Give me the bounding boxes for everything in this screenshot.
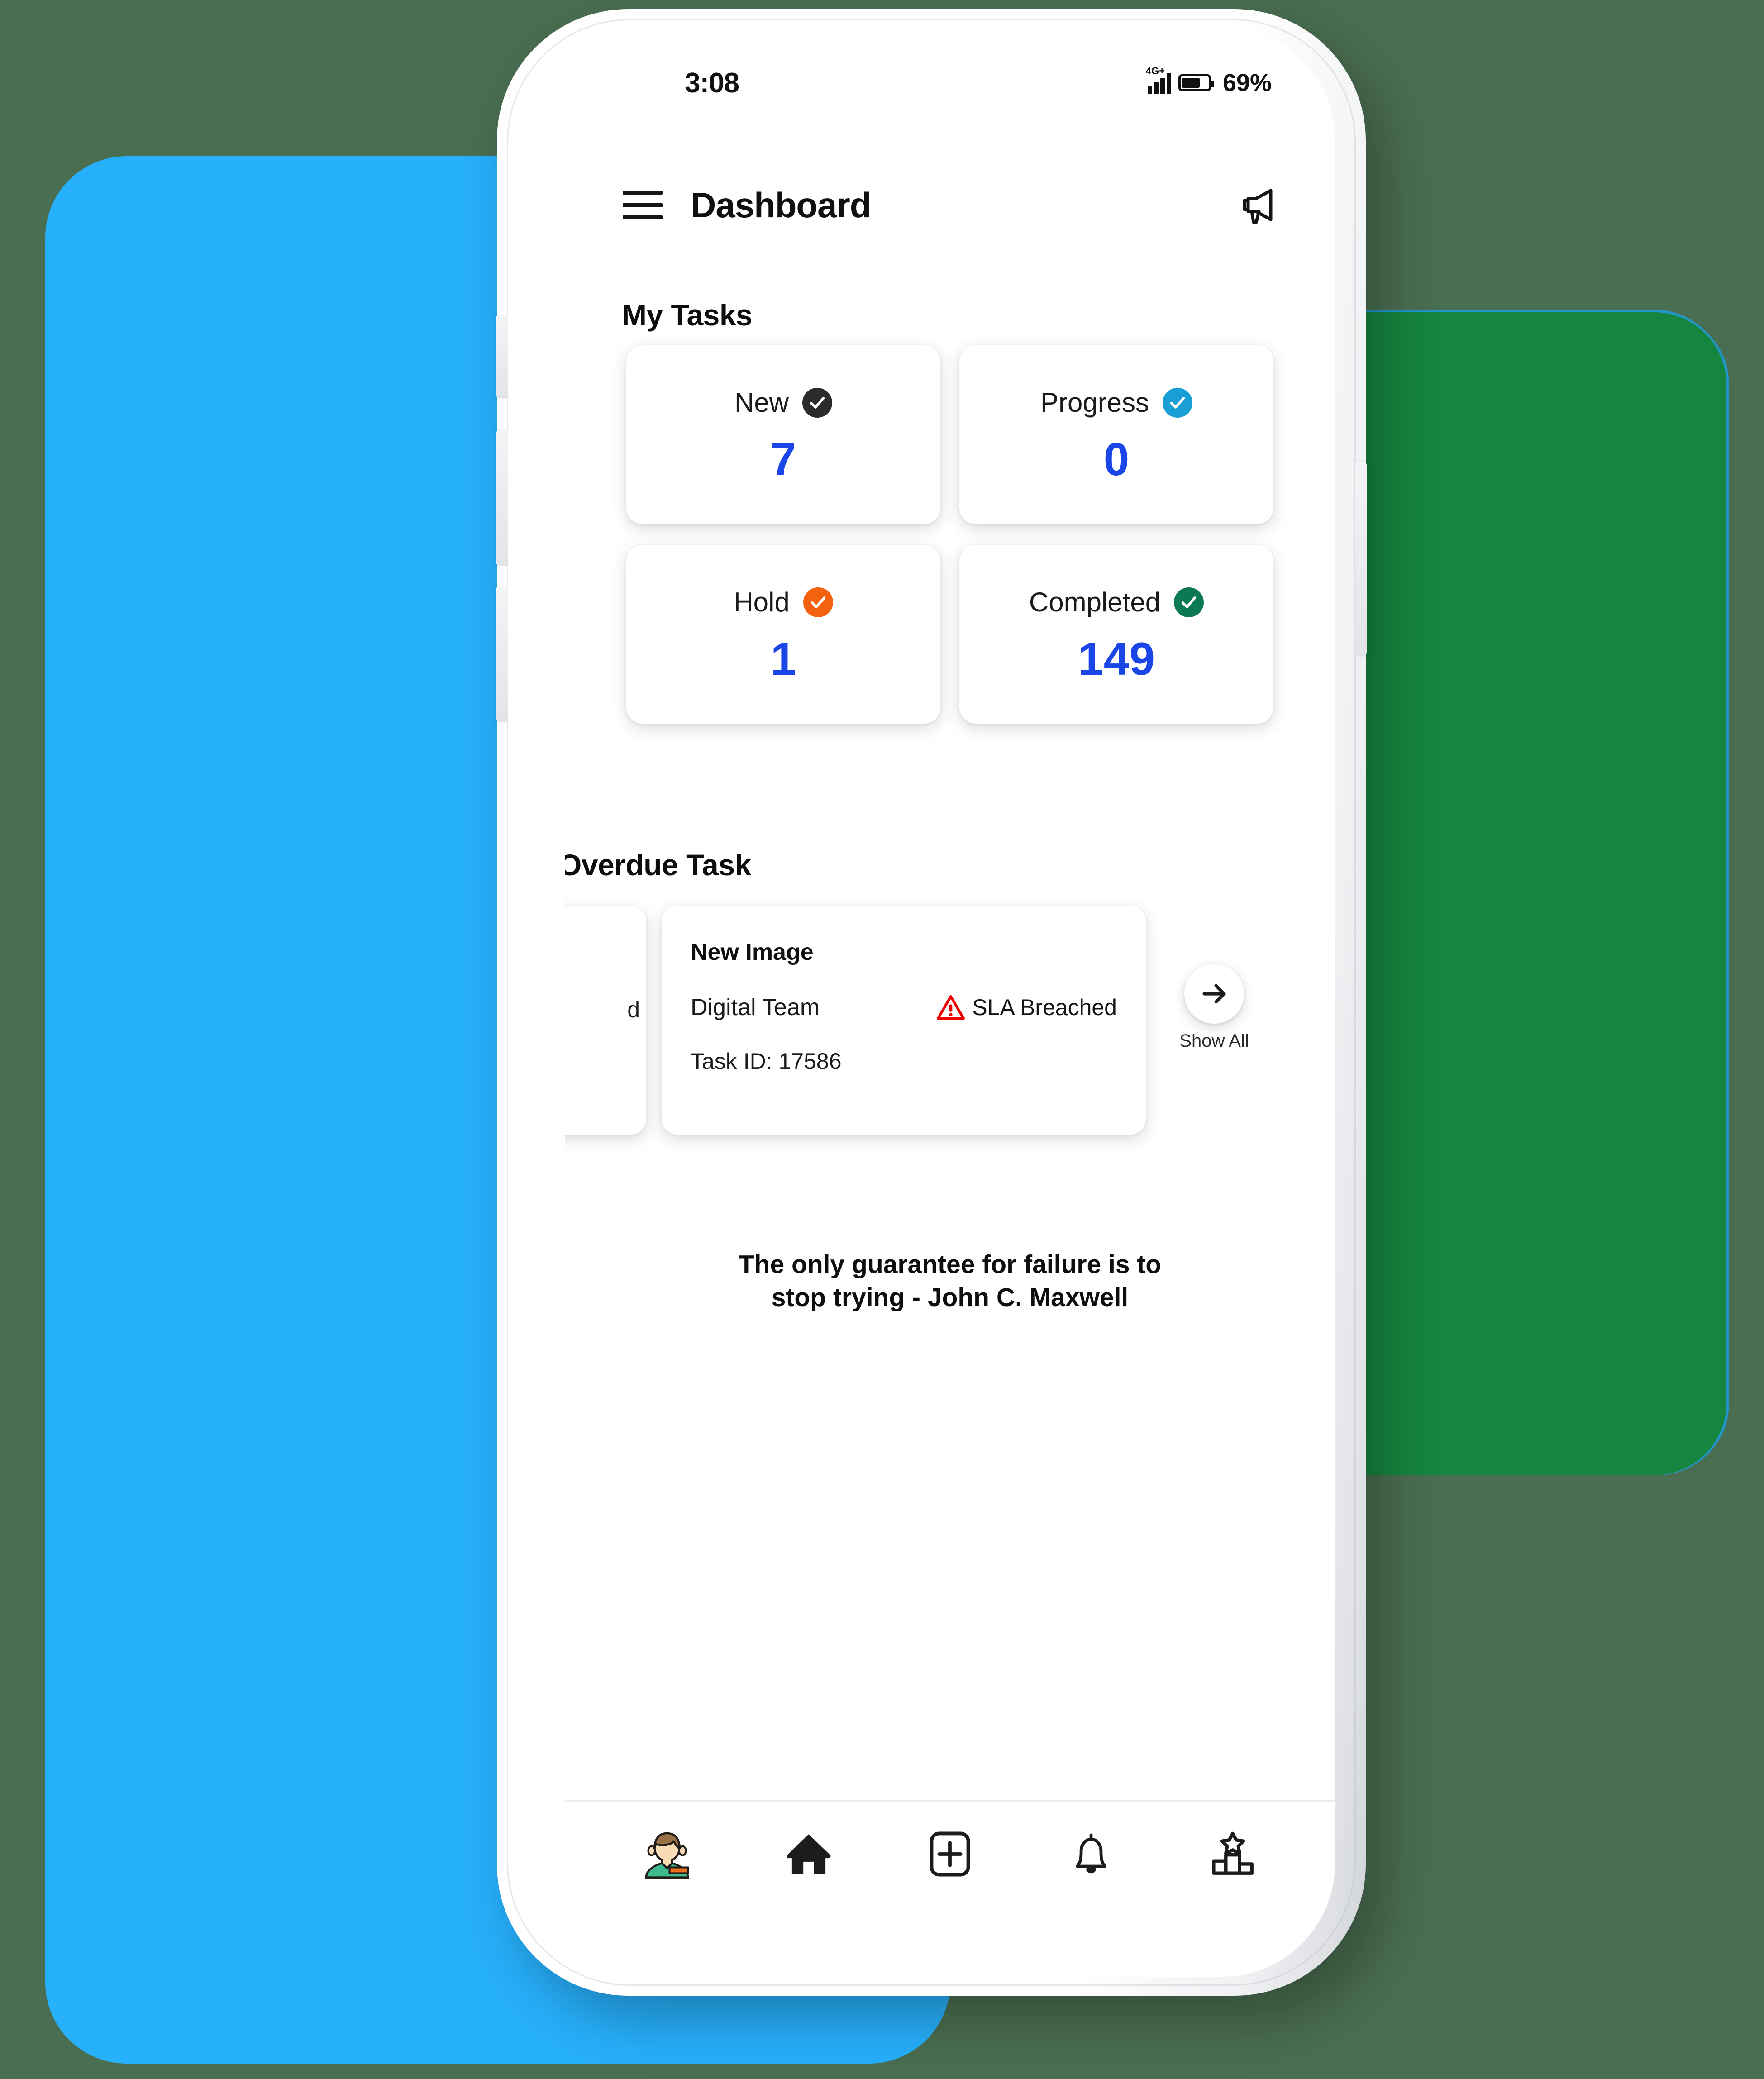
- signal-bar-1: [1147, 86, 1152, 94]
- stat-card-header: New: [639, 387, 928, 418]
- office-worker-avatar-icon: [640, 1827, 694, 1883]
- hamburger-line-3: [623, 215, 663, 219]
- status-bar-indicators: 4G+ 69%: [1146, 66, 1272, 97]
- stat-card-progress[interactable]: Progress 0: [959, 345, 1273, 524]
- stat-card-value: 1: [770, 633, 796, 685]
- battery-fill: [1182, 78, 1200, 88]
- overdue-task-carousel[interactable]: d New Image Digital Team SLA Breached Ta…: [565, 900, 1335, 1144]
- device-side-button-power[interactable]: [1355, 462, 1367, 656]
- stat-card-label: New: [734, 387, 789, 418]
- stat-card-header: Completed: [972, 587, 1261, 618]
- arrow-right-icon[interactable]: [1184, 964, 1244, 1024]
- check-circle-icon: [803, 587, 833, 617]
- signal-bar-3: [1160, 78, 1165, 94]
- quote-line-1: The only guarantee for failure is to: [738, 1250, 1162, 1279]
- section-title-my-tasks: My Tasks: [622, 298, 753, 332]
- page-title: Dashboard: [691, 185, 871, 225]
- signal-bar-2: [1154, 82, 1159, 94]
- show-all-label: Show All: [1179, 1031, 1249, 1051]
- nav-item-notifications[interactable]: [1053, 1817, 1130, 1894]
- stat-card-value: 0: [1103, 434, 1130, 485]
- nav-item-home[interactable]: [770, 1817, 847, 1894]
- bottom-navigation-bar: [565, 1800, 1335, 1909]
- stat-card-new[interactable]: New 7: [626, 345, 940, 524]
- bell-icon: [1067, 1830, 1116, 1881]
- stat-card-value: 149: [1077, 633, 1155, 685]
- stat-card-completed[interactable]: Completed 149: [959, 545, 1273, 724]
- section-title-overdue-task: Overdue Task: [565, 848, 751, 882]
- plus-box-icon: [925, 1830, 974, 1881]
- status-bar: 3:08 4G+ 69%: [565, 26, 1335, 112]
- stat-card-label: Hold: [734, 587, 790, 617]
- check-circle-icon: [1174, 587, 1204, 617]
- overdue-task-card-previous[interactable]: d: [565, 906, 646, 1135]
- device-side-button-volume-up[interactable]: [496, 430, 508, 566]
- stat-card-label: Progress: [1040, 387, 1149, 418]
- overdue-task-meta-row: Digital Team SLA Breached: [691, 994, 1117, 1021]
- overdue-task-status-text: SLA Breached: [972, 995, 1117, 1020]
- stat-card-value: 7: [770, 434, 796, 485]
- nav-item-add[interactable]: [911, 1817, 988, 1894]
- overdue-task-id: Task ID: 17586: [691, 1049, 842, 1074]
- hamburger-line-1: [623, 191, 663, 195]
- status-badge: SLA Breached: [937, 994, 1117, 1020]
- stat-card-header: Progress: [972, 387, 1261, 418]
- nav-item-leaderboard[interactable]: [1194, 1817, 1271, 1894]
- home-icon: [784, 1830, 833, 1881]
- warning-triangle-icon: [937, 995, 965, 1020]
- quote-line-2: stop trying - John C. Maxwell: [771, 1283, 1129, 1312]
- battery-icon: [1178, 74, 1214, 91]
- show-all-button[interactable]: Show All: [1177, 964, 1252, 1051]
- my-tasks-card-grid: New 7 Progress 0 Hold 1 Completed 149: [626, 345, 1273, 724]
- cellular-signal-icon: 4G+: [1146, 66, 1171, 94]
- status-bar-time: 3:08: [685, 67, 739, 99]
- stat-card-label: Completed: [1029, 587, 1161, 617]
- app-bar: Dashboard: [565, 176, 1335, 234]
- check-circle-icon: [1163, 387, 1193, 418]
- stat-card-header: Hold: [639, 587, 928, 618]
- stat-card-hold[interactable]: Hold 1: [626, 545, 940, 724]
- phone-device-frame: 3:08 4G+ 69% Dashboard My Tasks New 7 Pr…: [496, 9, 1367, 1996]
- check-circle-icon: [802, 387, 833, 418]
- device-side-button-volume-down[interactable]: [496, 586, 508, 722]
- leaderboard-podium-icon: [1208, 1830, 1257, 1881]
- network-type-label: 4G+: [1145, 65, 1165, 76]
- hamburger-line-2: [623, 203, 663, 207]
- device-side-button-silent[interactable]: [496, 315, 508, 398]
- battery-percent-label: 69%: [1222, 69, 1272, 96]
- overdue-previous-text-fragment: d: [627, 997, 640, 1022]
- signal-bar-4: [1166, 73, 1171, 94]
- nav-item-profile[interactable]: [629, 1817, 706, 1894]
- phone-screen: 3:08 4G+ 69% Dashboard My Tasks New 7 Pr…: [565, 26, 1335, 1977]
- overdue-task-card[interactable]: New Image Digital Team SLA Breached Task…: [662, 906, 1146, 1135]
- overdue-task-team: Digital Team: [691, 994, 820, 1020]
- hamburger-menu-icon[interactable]: [623, 191, 663, 219]
- megaphone-icon[interactable]: [1235, 182, 1281, 228]
- overdue-task-title: New Image: [691, 939, 814, 965]
- motivational-quote: The only guarantee for failure is to sto…: [565, 1248, 1335, 1314]
